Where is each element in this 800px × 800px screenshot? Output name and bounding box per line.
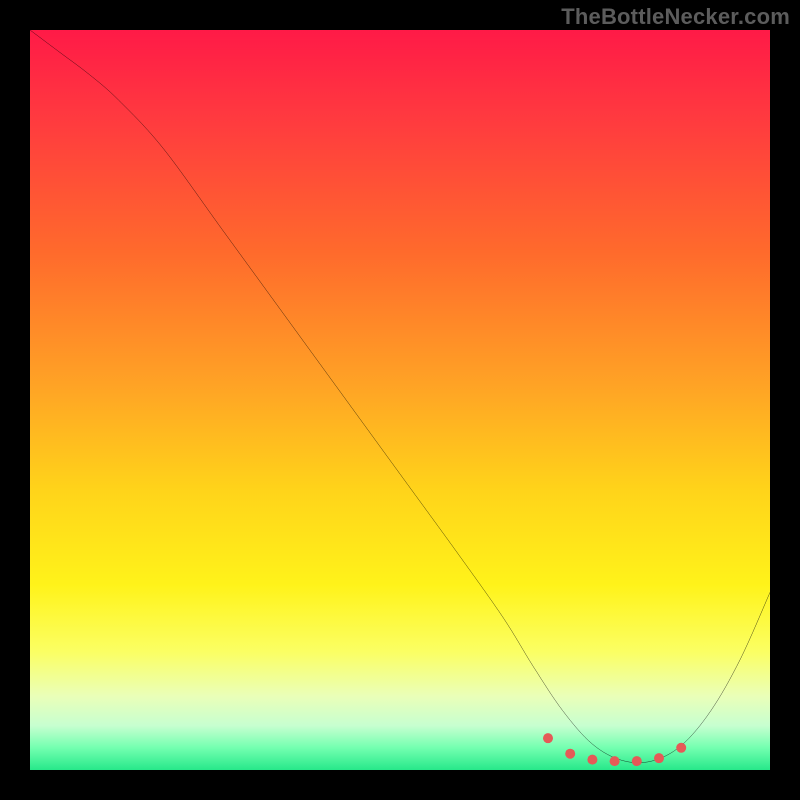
watermark-text: TheBottleNecker.com (561, 4, 790, 30)
trough-marker-dot (676, 743, 686, 753)
trough-marker-dot (632, 756, 642, 766)
trough-marker-dot (543, 733, 553, 743)
trough-markers (543, 733, 686, 766)
trough-marker-dot (654, 753, 664, 763)
chart-frame: TheBottleNecker.com (0, 0, 800, 800)
trough-marker-dot (565, 749, 575, 759)
marker-layer (30, 30, 770, 770)
trough-marker-dot (587, 755, 597, 765)
plot-area (30, 30, 770, 770)
trough-marker-dot (610, 756, 620, 766)
